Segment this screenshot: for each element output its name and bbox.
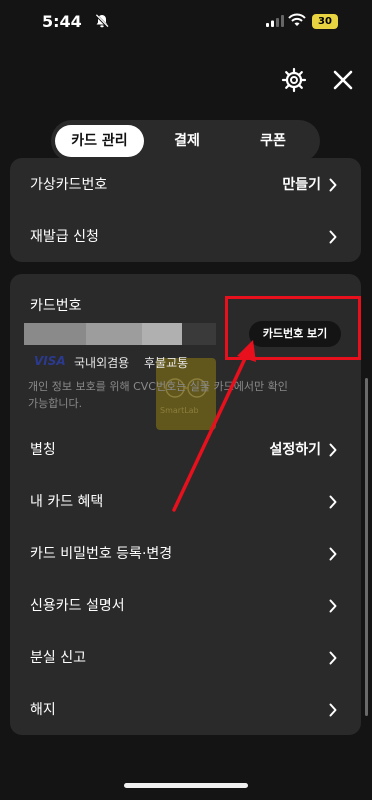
row-value: 만들기 xyxy=(282,177,321,193)
visa-logo: VISA xyxy=(34,354,66,368)
menu-cancel-card[interactable]: 해지 xyxy=(10,684,361,735)
tab-payment[interactable]: 결제 xyxy=(144,125,230,157)
row-value: 설정하기 xyxy=(269,442,321,458)
scrollbar[interactable] xyxy=(365,378,368,716)
chevron-right-icon xyxy=(329,599,337,613)
card-options-panel: 가상카드번호 만들기 재발급 신청 xyxy=(10,158,361,262)
tab-bar: 카드 관리 결제 쿠폰 xyxy=(51,120,320,162)
signal-icon xyxy=(266,15,284,27)
home-indicator[interactable] xyxy=(124,783,248,788)
gear-icon[interactable] xyxy=(281,67,307,93)
tab-coupon[interactable]: 쿠폰 xyxy=(230,125,316,157)
row-label: 분실 신고 xyxy=(30,650,86,666)
row-label: 재발급 신청 xyxy=(30,229,99,245)
chevron-right-icon xyxy=(329,703,337,717)
row-label: 신용카드 설명서 xyxy=(30,598,125,614)
row-virtual-card-number[interactable]: 가상카드번호 만들기 xyxy=(10,159,361,211)
menu-report-lost[interactable]: 분실 신고 xyxy=(10,632,361,684)
row-label: 해지 xyxy=(30,702,56,718)
menu-card-benefits[interactable]: 내 카드 혜택 xyxy=(10,476,361,528)
row-label: 내 카드 혜택 xyxy=(30,494,104,510)
close-icon[interactable] xyxy=(331,68,355,92)
masked-card-number xyxy=(142,323,182,345)
row-reissue-request[interactable]: 재발급 신청 xyxy=(10,211,361,262)
tab-card-management[interactable]: 카드 관리 xyxy=(55,125,144,157)
bell-slash-icon xyxy=(95,14,109,28)
chevron-right-icon xyxy=(329,230,337,244)
card-type-international: 국내외겸용 xyxy=(74,356,130,370)
menu-credit-card-guide[interactable]: 신용카드 설명서 xyxy=(10,580,361,632)
highlight-box xyxy=(225,296,361,360)
battery-icon: 30 xyxy=(312,14,338,29)
card-number-label: 카드번호 xyxy=(30,298,82,314)
card-type-transit: 후불교통 xyxy=(144,356,189,370)
row-label: 카드 비밀번호 등록·변경 xyxy=(30,546,173,562)
masked-card-number xyxy=(24,323,86,345)
chevron-right-icon xyxy=(329,547,337,561)
chevron-right-icon xyxy=(329,495,337,509)
menu-nickname[interactable]: 별칭 설정하기 xyxy=(10,424,361,476)
row-label: 별칭 xyxy=(30,442,56,458)
cvc-notice: 개인 정보 보호를 위해 CVC번호는 실물 카드에서만 확인 가능합니다. xyxy=(28,380,288,410)
menu-card-password[interactable]: 카드 비밀번호 등록·변경 xyxy=(10,528,361,580)
chevron-right-icon xyxy=(329,178,337,192)
chevron-right-icon xyxy=(329,443,337,457)
row-label: 가상카드번호 xyxy=(30,177,108,193)
masked-card-number xyxy=(86,323,142,345)
status-time: 5:44 xyxy=(42,12,82,31)
chevron-right-icon xyxy=(329,651,337,665)
status-bar: 5:44 30 xyxy=(0,0,372,44)
masked-card-number xyxy=(182,323,216,345)
wifi-icon xyxy=(288,13,306,26)
